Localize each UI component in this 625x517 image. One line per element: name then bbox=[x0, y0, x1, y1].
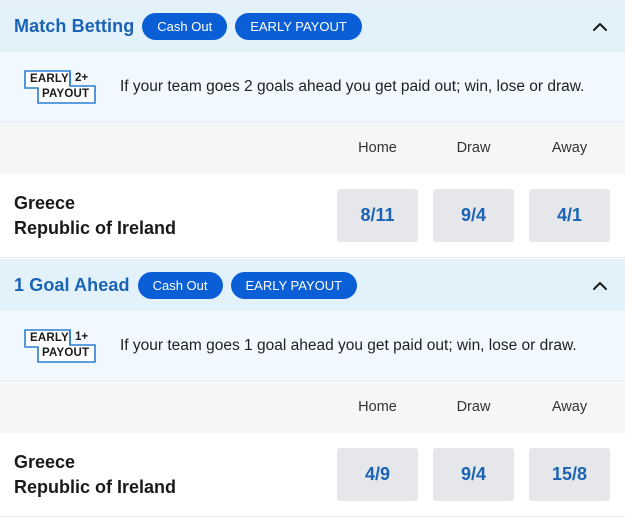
odds-button-draw[interactable]: 9/4 bbox=[433, 189, 514, 242]
column-away: Away bbox=[551, 399, 588, 415]
column-home: Home bbox=[358, 399, 397, 415]
away-team: Republic of Ireland bbox=[14, 218, 177, 238]
promo-banner: EARLY 1+ PAYOUT If your team goes 1 goal… bbox=[0, 311, 625, 381]
home-team: Greece bbox=[14, 452, 76, 472]
column-headers: Home Draw Away bbox=[0, 122, 625, 174]
promo-banner: EARLY 2+ PAYOUT If your team goes 2 goal… bbox=[0, 52, 625, 122]
early-payout-logo: EARLY 1+ PAYOUT bbox=[24, 328, 96, 363]
cash-out-badge: Cash Out bbox=[137, 272, 223, 299]
column-draw: Draw bbox=[456, 399, 491, 415]
logo-goals-text: 2+ bbox=[75, 71, 89, 84]
column-draw: Draw bbox=[456, 140, 491, 156]
market-header[interactable]: 1 Goal Ahead Cash Out EARLY PAYOUT bbox=[0, 259, 625, 311]
logo-early-text: EARLY bbox=[30, 72, 69, 85]
logo-goals-text: 1+ bbox=[75, 330, 89, 343]
event-teams[interactable]: Greece Republic of Ireland bbox=[14, 450, 176, 500]
market-title: 1 Goal Ahead bbox=[14, 275, 130, 295]
column-home: Home bbox=[358, 140, 397, 156]
away-team: Republic of Ireland bbox=[14, 477, 177, 497]
logo-payout-text: PAYOUT bbox=[42, 87, 90, 100]
market-match-betting: Match Betting Cash Out EARLY PAYOUT EARL… bbox=[0, 0, 625, 258]
event-row: Greece Republic of Ireland 4/9 9/4 15/8 bbox=[0, 433, 625, 517]
logo-payout-text: PAYOUT bbox=[42, 346, 90, 359]
early-payout-logo: EARLY 2+ PAYOUT bbox=[24, 69, 96, 104]
market-1-goal-ahead: 1 Goal Ahead Cash Out EARLY PAYOUT EARLY… bbox=[0, 259, 625, 517]
chevron-up-icon[interactable] bbox=[591, 277, 609, 295]
cash-out-badge: Cash Out bbox=[142, 13, 228, 40]
early-payout-badge: EARLY PAYOUT bbox=[230, 272, 358, 299]
home-team: Greece bbox=[14, 193, 76, 213]
promo-description: If your team goes 1 goal ahead you get p… bbox=[120, 336, 577, 354]
odds-button-away[interactable]: 4/1 bbox=[529, 189, 610, 242]
odds-button-draw[interactable]: 9/4 bbox=[433, 448, 514, 501]
market-title: Match Betting bbox=[14, 16, 135, 36]
odds-button-home[interactable]: 8/11 bbox=[337, 189, 418, 242]
event-teams[interactable]: Greece Republic of Ireland bbox=[14, 191, 176, 241]
early-payout-badge: EARLY PAYOUT bbox=[235, 13, 362, 40]
column-headers: Home Draw Away bbox=[0, 381, 625, 433]
odds-button-away[interactable]: 15/8 bbox=[529, 448, 610, 501]
promo-description: If your team goes 2 goals ahead you get … bbox=[120, 77, 585, 95]
event-row: Greece Republic of Ireland 8/11 9/4 4/1 bbox=[0, 174, 625, 258]
column-away: Away bbox=[551, 140, 588, 156]
odds-button-home[interactable]: 4/9 bbox=[337, 448, 418, 501]
market-header[interactable]: Match Betting Cash Out EARLY PAYOUT bbox=[0, 0, 625, 52]
chevron-up-icon[interactable] bbox=[591, 18, 609, 36]
logo-early-text: EARLY bbox=[30, 331, 69, 344]
